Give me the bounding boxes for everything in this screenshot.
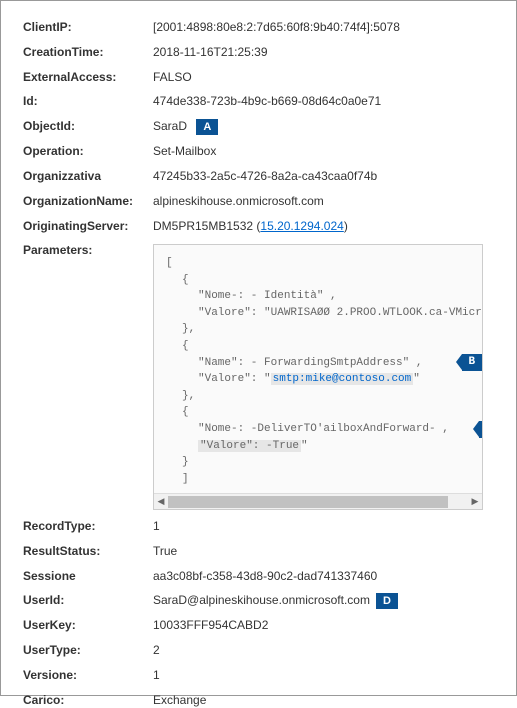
value-organization-name: alpineskihouse.onmicrosoft.com	[153, 193, 494, 210]
label-id: Id:	[23, 93, 153, 110]
code-text: "Name": - ForwardingSmtpAddress" ,	[198, 355, 422, 372]
code-line: "Nome-: - Identità" ,	[166, 288, 470, 305]
row-operation: Operation: Set-Mailbox	[23, 143, 494, 160]
code-text: "	[413, 373, 420, 385]
label-client-ip: ClientIP:	[23, 19, 153, 36]
row-parameters: Parameters: [ { "Nome-: - Identità" , "V…	[23, 242, 494, 510]
value-record-type: 1	[153, 518, 494, 535]
value-wrap-object-id: SaraD A	[153, 118, 494, 135]
row-originating-server: OriginatingServer: DM5PR15MB1532 (15.20.…	[23, 218, 494, 235]
value-operation: Set-Mailbox	[153, 143, 494, 160]
highlight-true-value: "Valore": -True	[198, 440, 301, 452]
row-organizzativa: Organizzativa 47245b33-2a5c-4726-8a2a-ca…	[23, 168, 494, 185]
parameters-code-content: [ { "Nome-: - Identità" , "Valore": "UAW…	[154, 245, 482, 493]
code-line: "Valore": "UAWRISAØØ 2.PROO.WTLOOK.ca-VM…	[166, 305, 470, 322]
horizontal-scrollbar[interactable]: ◀ ▶	[154, 493, 482, 509]
label-external-access: ExternalAccess:	[23, 69, 153, 86]
label-carico: Carico:	[23, 692, 153, 708]
value-client-ip: [2001:4898:80e8:2:7d65:60f8:9b40:74f4]:5…	[153, 19, 494, 36]
label-versione: Versione:	[23, 667, 153, 684]
row-client-ip: ClientIP: [2001:4898:80e8:2:7d65:60f8:9b…	[23, 19, 494, 36]
label-operation: Operation:	[23, 143, 153, 160]
code-line: }	[166, 454, 470, 471]
link-originating-server-version[interactable]: 15.20.1294.024	[260, 219, 343, 233]
value-id: 474de338-723b-4b9c-b669-08d64c0a0e71	[153, 93, 494, 110]
callout-badge-d: D	[376, 593, 398, 609]
row-user-id: UserId: SaraD@alpineskihouse.onmicrosoft…	[23, 592, 494, 609]
row-user-key: UserKey: 10033FFF954CABD2	[23, 617, 494, 634]
row-organization-name: OrganizationName: alpineskihouse.onmicro…	[23, 193, 494, 210]
value-carico: Exchange	[153, 692, 494, 708]
code-line-forwarding: "Name": - ForwardingSmtpAddress" , B	[166, 354, 470, 371]
row-creation-time: CreationTime: 2018-11-16T21:25:39	[23, 44, 494, 61]
row-external-access: ExternalAccess: FALSO	[23, 69, 494, 86]
row-result-status: ResultStatus: True	[23, 543, 494, 560]
parameters-code-box: [ { "Nome-: - Identità" , "Valore": "UAW…	[153, 244, 483, 510]
code-line-true: "Valore": -True"	[166, 438, 470, 455]
value-sessione: aa3c08bf-c358-43d8-90c2-dad741337460	[153, 568, 494, 585]
code-line-deliver: "Nome-: -DeliverTO'ailboxAndForward- , C	[166, 421, 470, 438]
code-line: {	[166, 338, 470, 355]
label-originating-server: OriginatingServer:	[23, 218, 153, 235]
code-line: [	[166, 255, 470, 272]
code-text: "Nome-: -DeliverTO'ailboxAndForward- ,	[198, 421, 449, 438]
label-user-key: UserKey:	[23, 617, 153, 634]
label-organization-name: OrganizationName:	[23, 193, 153, 210]
scroll-right-icon[interactable]: ▶	[469, 496, 481, 508]
code-line: ]	[166, 471, 470, 488]
value-user-id: SaraD@alpineskihouse.onmicrosoft.com	[153, 592, 370, 609]
code-line: },	[166, 388, 470, 405]
value-organizzativa: 47245b33-2a5c-4726-8a2a-ca43caa0f74b	[153, 168, 494, 185]
callout-badge-b: B	[462, 354, 482, 371]
label-organizzativa: Organizzativa	[23, 168, 153, 185]
code-text: "	[301, 440, 308, 452]
row-carico: Carico: Exchange	[23, 692, 494, 708]
value-versione: 1	[153, 667, 494, 684]
scroll-left-icon[interactable]: ◀	[155, 496, 167, 508]
callout-badge-c: C	[479, 421, 482, 438]
label-object-id: ObjectId:	[23, 118, 153, 135]
label-parameters: Parameters:	[23, 242, 153, 259]
label-user-id: UserId:	[23, 592, 153, 609]
code-line: {	[166, 404, 470, 421]
code-line: {	[166, 272, 470, 289]
value-object-id: SaraD	[153, 119, 187, 133]
code-text: "Valore": "	[198, 373, 271, 385]
label-user-type: UserType:	[23, 642, 153, 659]
row-versione: Versione: 1	[23, 667, 494, 684]
row-object-id: ObjectId: SaraD A	[23, 118, 494, 135]
label-record-type: RecordType:	[23, 518, 153, 535]
row-sessione: Sessione aa3c08bf-c358-43d8-90c2-dad7413…	[23, 568, 494, 585]
value-wrap-originating-server: DM5PR15MB1532 (15.20.1294.024)	[153, 218, 494, 235]
highlight-smtp-address: smtp:mike@contoso.com	[271, 373, 414, 385]
label-result-status: ResultStatus:	[23, 543, 153, 560]
value-parameters: [ { "Nome-: - Identità" , "Valore": "UAW…	[153, 242, 494, 510]
value-user-type: 2	[153, 642, 494, 659]
value-wrap-user-id: SaraD@alpineskihouse.onmicrosoft.com D	[153, 592, 494, 609]
label-creation-time: CreationTime:	[23, 44, 153, 61]
value-external-access: FALSO	[153, 69, 494, 86]
label-sessione: Sessione	[23, 568, 153, 585]
callout-badge-a: A	[196, 119, 218, 135]
value-originating-server-prefix: DM5PR15MB1532 (	[153, 219, 260, 233]
row-user-type: UserType: 2	[23, 642, 494, 659]
scrollbar-thumb[interactable]	[168, 496, 448, 508]
value-originating-server-suffix: )	[344, 219, 348, 233]
code-line: },	[166, 321, 470, 338]
row-id: Id: 474de338-723b-4b9c-b669-08d64c0a0e71	[23, 93, 494, 110]
code-line-smtp: "Valore": "smtp:mike@contoso.com"	[166, 371, 470, 388]
value-creation-time: 2018-11-16T21:25:39	[153, 44, 494, 61]
value-result-status: True	[153, 543, 494, 560]
row-record-type: RecordType: 1	[23, 518, 494, 535]
value-user-key: 10033FFF954CABD2	[153, 617, 494, 634]
